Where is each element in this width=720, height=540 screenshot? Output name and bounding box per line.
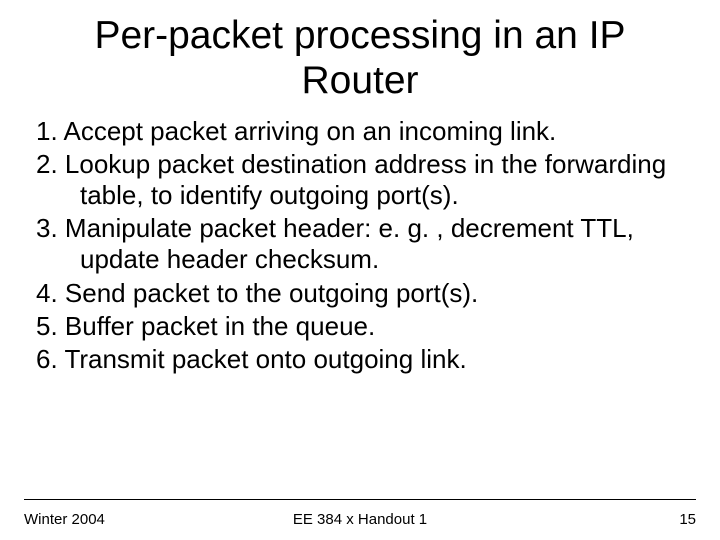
page-number: 15 [679,511,696,528]
divider [24,499,696,500]
list-item: 6. Transmit packet onto outgoing link. [36,344,684,375]
slide-body: 1. Accept packet arriving on an incoming… [0,104,720,376]
footer-center: EE 384 x Handout 1 [24,511,696,528]
title-line-2: Router [301,59,418,102]
title-line-1: Per-packet processing in an IP [94,14,625,57]
list-item: 5. Buffer packet in the queue. [36,311,684,342]
slide-title: Per-packet processing in an IP Router [0,0,720,104]
list-item: 1. Accept packet arriving on an incoming… [36,116,684,147]
slide: Per-packet processing in an IP Router 1.… [0,0,720,540]
list-item: 4. Send packet to the outgoing port(s). [36,278,684,309]
list-item: 2. Lookup packet destination address in … [36,149,684,211]
list-item: 3. Manipulate packet header: e. g. , dec… [36,213,684,275]
